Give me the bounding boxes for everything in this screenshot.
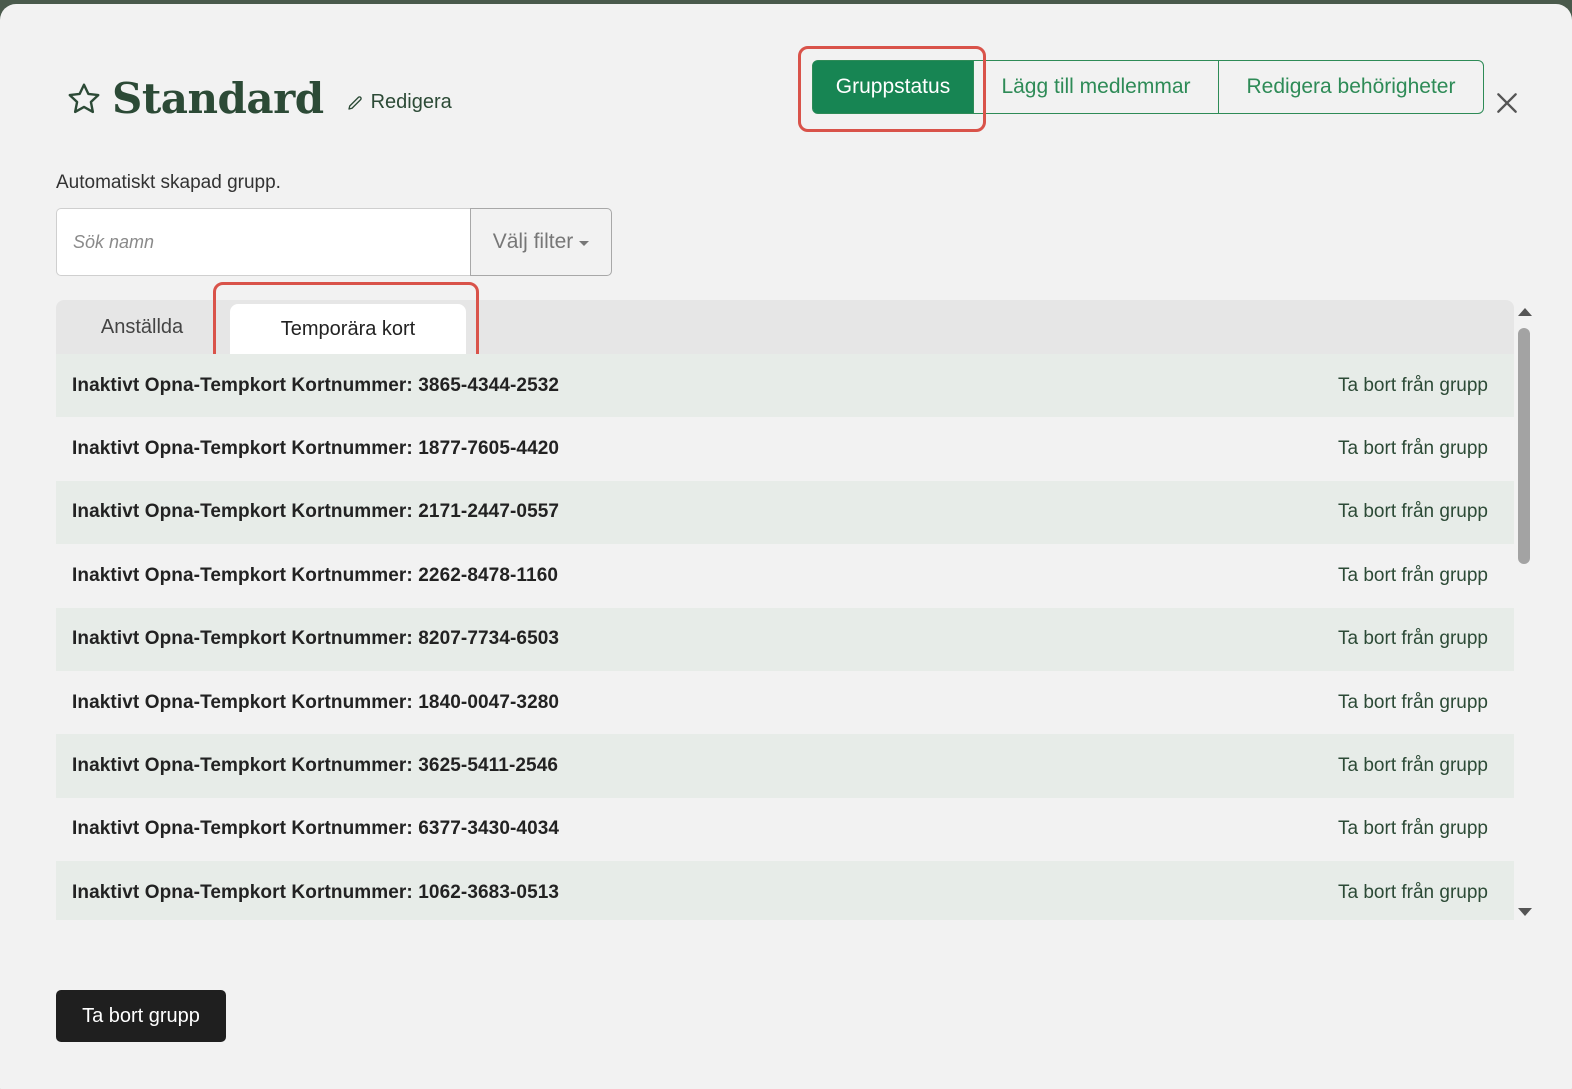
scroll-up-icon[interactable]	[1518, 308, 1532, 316]
scroll-thumb[interactable]	[1518, 328, 1530, 564]
pencil-icon	[347, 95, 362, 110]
list-item: Inaktivt Opna-Tempkort Kortnummer: 2262-…	[56, 544, 1514, 608]
search-input[interactable]	[56, 208, 470, 276]
tab-temporara-kort[interactable]: Temporära kort	[230, 304, 466, 354]
close-icon[interactable]	[1494, 90, 1520, 116]
edit-permissions-button[interactable]: Redigera behörigheter	[1219, 61, 1483, 113]
row-name: Inaktivt Opna-Tempkort Kortnummer: 1062-…	[72, 881, 560, 903]
scroll-down-icon[interactable]	[1518, 908, 1532, 916]
list-item: Inaktivt Opna-Tempkort Kortnummer: 3625-…	[56, 734, 1514, 798]
search-bar: Välj filter	[56, 208, 612, 276]
row-name: Inaktivt Opna-Tempkort Kortnummer: 3625-…	[72, 755, 559, 777]
row-name: Inaktivt Opna-Tempkort Kortnummer: 8207-…	[72, 628, 560, 650]
list-item: Inaktivt Opna-Tempkort Kortnummer: 8207-…	[56, 607, 1514, 671]
add-members-button[interactable]: Lägg till medlemmar	[973, 61, 1219, 113]
star-icon[interactable]	[66, 81, 102, 117]
page-title: Standard	[112, 74, 324, 123]
remove-from-group-link[interactable]: Ta bort från grupp	[1338, 565, 1488, 587]
remove-from-group-link[interactable]: Ta bort från grupp	[1338, 501, 1488, 523]
remove-from-group-link[interactable]: Ta bort från grupp	[1338, 375, 1488, 397]
list-item: Inaktivt Opna-Tempkort Kortnummer: 2171-…	[56, 480, 1514, 545]
row-name: Inaktivt Opna-Tempkort Kortnummer: 1877-…	[72, 438, 560, 460]
group-modal: Standard Redigera Gruppstatus Lägg till …	[0, 4, 1572, 1089]
row-name: Inaktivt Opna-Tempkort Kortnummer: 3865-…	[72, 374, 560, 396]
list-item: Inaktivt Opna-Tempkort Kortnummer: 1877-…	[56, 417, 1514, 481]
row-name: Inaktivt Opna-Tempkort Kortnummer: 2171-…	[72, 501, 560, 523]
remove-from-group-link[interactable]: Ta bort från grupp	[1338, 438, 1488, 460]
row-name: Inaktivt Opna-Tempkort Kortnummer: 6377-…	[72, 818, 560, 840]
remove-from-group-link[interactable]: Ta bort från grupp	[1338, 882, 1488, 904]
group-description: Automatiskt skapad grupp.	[56, 172, 281, 193]
list-item: Inaktivt Opna-Tempkort Kortnummer: 1062-…	[56, 861, 1514, 920]
edit-label: Redigera	[370, 91, 452, 113]
edit-link[interactable]: Redigera	[346, 91, 452, 114]
title-area: Standard Redigera	[66, 74, 452, 123]
filter-dropdown[interactable]: Välj filter	[470, 208, 612, 276]
list-item: Inaktivt Opna-Tempkort Kortnummer: 6377-…	[56, 797, 1514, 862]
tab-anstallda[interactable]: Anställda	[56, 300, 228, 354]
row-name: Inaktivt Opna-Tempkort Kortnummer: 2262-…	[72, 564, 559, 586]
members-list: Inaktivt Opna-Tempkort Kortnummer: 3865-…	[56, 354, 1514, 920]
remove-from-group-link[interactable]: Ta bort från grupp	[1338, 755, 1488, 777]
filter-label: Välj filter	[492, 230, 574, 253]
list-item: Inaktivt Opna-Tempkort Kortnummer: 3865-…	[56, 354, 1514, 418]
list-scrollbar[interactable]	[1516, 302, 1534, 920]
group-action-buttons: Gruppstatus Lägg till medlemmar Redigera…	[812, 60, 1484, 114]
delete-group-button[interactable]: Ta bort grupp	[56, 990, 226, 1042]
remove-from-group-link[interactable]: Ta bort från grupp	[1338, 818, 1488, 840]
group-status-button[interactable]: Gruppstatus	[813, 61, 973, 113]
caret-down-icon	[579, 240, 590, 246]
list-item: Inaktivt Opna-Tempkort Kortnummer: 1840-…	[56, 670, 1514, 735]
remove-from-group-link[interactable]: Ta bort från grupp	[1338, 692, 1488, 714]
row-name: Inaktivt Opna-Tempkort Kortnummer: 1840-…	[72, 691, 560, 713]
remove-from-group-link[interactable]: Ta bort från grupp	[1338, 628, 1488, 650]
tabs-bar: Anställda Temporära kort	[56, 300, 1514, 354]
